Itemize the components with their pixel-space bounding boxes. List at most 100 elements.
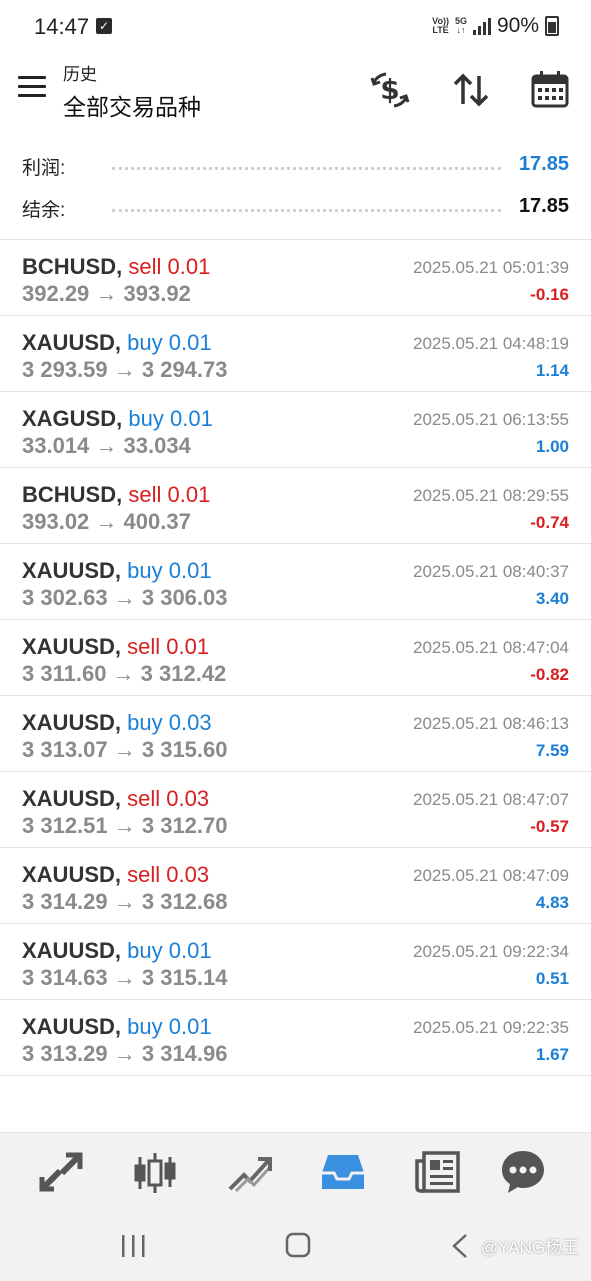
notification-check-icon: ✓	[96, 18, 112, 34]
trade-prices: 3 302.63 → 3 306.03	[22, 585, 228, 610]
network-5g-icon: 5G ↓↑	[455, 17, 467, 35]
menu-icon[interactable]	[18, 76, 46, 100]
dotted-leader	[112, 209, 501, 212]
home-button[interactable]	[278, 1231, 318, 1261]
trade-row[interactable]: XAUUSD, buy 0.01 3 293.59 → 3 294.73 2025.…	[0, 316, 591, 392]
trade-row[interactable]: XAUUSD, sell 0.01 3 311.60 → 3 312.42 2025…	[0, 620, 591, 696]
chat-icon[interactable]	[498, 1147, 548, 1197]
trade-side: sell	[127, 786, 161, 811]
trade-profit: 0.51	[535, 969, 569, 988]
trade-symbol: XAUUSD,	[22, 330, 122, 355]
news-icon[interactable]	[412, 1147, 462, 1197]
trade-side: sell	[128, 254, 162, 279]
chart-candles-icon[interactable]	[130, 1147, 180, 1197]
trade-title: BCHUSD, sell 0.01	[22, 254, 210, 280]
calendar-icon[interactable]	[528, 68, 572, 112]
trade-profit: -0.57	[530, 817, 569, 836]
trade-volume: 0.03	[168, 710, 212, 735]
balance-label: 结余:	[22, 200, 66, 221]
trade-side: buy	[127, 1014, 163, 1039]
trade-profit: 1.00	[535, 437, 569, 456]
trade-prices: 3 314.29 → 3 312.68	[22, 889, 228, 914]
signal-icon	[472, 17, 491, 35]
trade-profit: -0.74	[530, 513, 569, 532]
trade-side: sell	[128, 482, 162, 507]
trade-symbol: XAUUSD,	[22, 710, 122, 735]
trade-row[interactable]: XAUUSD, buy 0.01 3 314.63 → 3 315.14 2025.…	[0, 924, 591, 1000]
trade-icon[interactable]	[224, 1147, 274, 1197]
trade-profit: -0.16	[530, 285, 569, 304]
trade-prices: 33.014 → 33.034	[22, 433, 191, 458]
trade-time: 2025.05.21 04:48:19	[413, 334, 569, 353]
trade-time: 2025.05.21 08:47:09	[413, 866, 569, 885]
trade-prices: 3 293.59 → 3 294.73	[22, 357, 228, 382]
trade-prices: 3 313.07 → 3 315.60	[22, 737, 228, 762]
trade-title: XAGUSD, buy 0.01	[22, 406, 213, 432]
quotes-icon[interactable]	[36, 1147, 86, 1197]
sort-icon[interactable]	[449, 68, 493, 112]
trade-symbol: BCHUSD,	[22, 254, 123, 279]
screen-subtitle: 历史	[63, 65, 97, 84]
battery-icon	[545, 16, 559, 36]
trade-side: buy	[128, 406, 164, 431]
profit-row: 利润: 17.85	[0, 145, 591, 187]
history-inbox-icon[interactable]	[318, 1147, 368, 1197]
trade-prices: 3 311.60 → 3 312.42	[22, 661, 227, 686]
trade-profit: 1.67	[535, 1045, 569, 1064]
trade-symbol: XAUUSD,	[22, 862, 122, 887]
volte-bottom-text: LTE	[432, 25, 449, 35]
trade-time: 2025.05.21 08:40:37	[413, 562, 569, 581]
status-indicators: Vo)) LTE 5G ↓↑ 90%	[432, 14, 559, 38]
battery-percent: 90%	[496, 14, 539, 37]
trade-title: XAUUSD, sell 0.03	[22, 786, 209, 812]
trade-row[interactable]: XAUUSD, sell 0.03 3 312.51 → 3 312.70 2025…	[0, 772, 591, 848]
trade-title: XAUUSD, sell 0.03	[22, 862, 209, 888]
trade-volume: 0.01	[168, 938, 212, 963]
trade-prices: 3 313.29 → 3 314.96	[22, 1041, 228, 1066]
trade-time: 2025.05.21 09:22:35	[413, 1018, 569, 1037]
trade-volume: 0.01	[166, 634, 210, 659]
status-bar: 14:47 ✓ Vo)) LTE 5G ↓↑ 90%	[0, 0, 591, 56]
history-summary: 利润: 17.85 结余: 17.85	[0, 145, 591, 229]
trade-symbol: XAUUSD,	[22, 786, 122, 811]
trade-time: 2025.05.21 08:47:04	[413, 638, 569, 657]
trade-prices: 393.02 → 400.37	[22, 509, 191, 534]
trade-volume: 0.01	[168, 1014, 212, 1039]
trade-title: BCHUSD, sell 0.01	[22, 482, 210, 508]
trade-row[interactable]: XAUUSD, buy 0.01 3 313.29 → 3 314.96 2025.…	[0, 1000, 591, 1076]
trade-row[interactable]: XAUUSD, sell 0.03 3 314.29 → 3 312.68 2025…	[0, 848, 591, 924]
trade-title: XAUUSD, sell 0.01	[22, 634, 209, 660]
trade-side: buy	[127, 938, 163, 963]
trade-title: XAUUSD, buy 0.03	[22, 710, 212, 736]
trade-time: 2025.05.21 08:47:07	[413, 790, 569, 809]
trade-profit: 3.40	[535, 589, 569, 608]
trade-symbol: XAUUSD,	[22, 634, 122, 659]
trade-row[interactable]: BCHUSD, sell 0.01 393.02 → 400.37 2025.05.…	[0, 468, 591, 544]
trade-time: 2025.05.21 08:29:55	[413, 486, 569, 505]
recent-apps-button[interactable]	[114, 1231, 154, 1261]
trade-time: 2025.05.21 05:01:39	[413, 258, 569, 277]
trade-time: 2025.05.21 08:46:13	[413, 714, 569, 733]
watermark: @YANG杨王	[480, 1238, 579, 1257]
trade-side: sell	[127, 634, 161, 659]
trade-side: sell	[127, 862, 161, 887]
trade-symbol: BCHUSD,	[22, 482, 123, 507]
trade-volume: 0.03	[166, 786, 210, 811]
trade-volume: 0.01	[169, 406, 213, 431]
back-button[interactable]	[440, 1231, 480, 1261]
trade-symbol: XAUUSD,	[22, 1014, 122, 1039]
trade-volume: 0.01	[168, 558, 212, 583]
trade-row[interactable]: XAUUSD, buy 0.03 3 313.07 → 3 315.60 2025.…	[0, 696, 591, 772]
trade-time: 2025.05.21 06:13:55	[413, 410, 569, 429]
trade-time: 2025.05.21 09:22:34	[413, 942, 569, 961]
trade-symbol: XAUUSD,	[22, 938, 122, 963]
trade-row[interactable]: XAGUSD, buy 0.01 33.014 → 33.034 2025.05.2…	[0, 392, 591, 468]
trade-profit: 1.14	[535, 361, 569, 380]
trade-row[interactable]: BCHUSD, sell 0.01 392.29 → 393.92 2025.05.…	[0, 240, 591, 316]
trade-title: XAUUSD, buy 0.01	[22, 558, 212, 584]
symbol-filter-title[interactable]: 全部交易品种	[63, 88, 201, 122]
trade-prices: 392.29 → 393.92	[22, 281, 191, 306]
bottom-navigation: @YANG杨王	[0, 1132, 591, 1281]
currency-exchange-icon[interactable]: $	[368, 68, 412, 112]
trade-row[interactable]: XAUUSD, buy 0.01 3 302.63 → 3 306.03 2025.…	[0, 544, 591, 620]
